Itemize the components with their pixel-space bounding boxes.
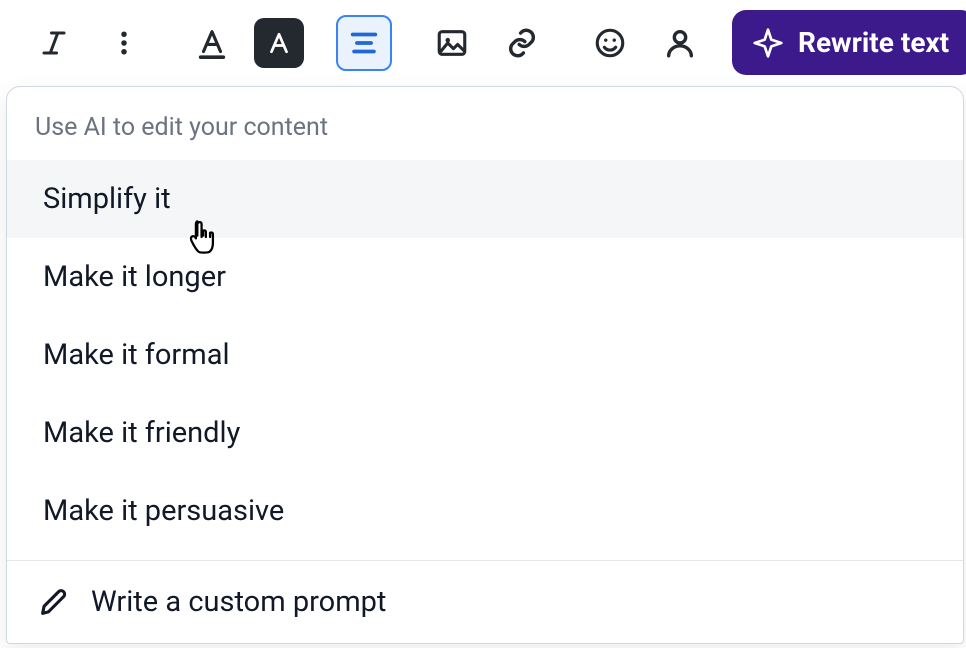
align-center-button[interactable] xyxy=(336,15,392,71)
dropdown-item-longer[interactable]: Make it longer xyxy=(7,238,963,316)
dropdown-item-label: Make it friendly xyxy=(43,416,240,450)
link-button[interactable] xyxy=(494,15,550,71)
toolbar: Rewrite text xyxy=(0,0,966,87)
dropdown-item-label: Make it persuasive xyxy=(43,494,284,528)
sparkle-icon xyxy=(752,27,784,59)
dropdown-item-label: Make it longer xyxy=(43,260,226,294)
dropdown-item-label: Make it formal xyxy=(43,338,230,372)
more-options-button[interactable] xyxy=(96,15,152,71)
pencil-icon xyxy=(37,585,71,619)
dropdown-item-persuasive[interactable]: Make it persuasive xyxy=(7,472,963,550)
dropdown-list: Simplify it Make it longer Make it forma… xyxy=(7,160,963,560)
toolbar-group-color xyxy=(170,15,318,71)
image-button[interactable] xyxy=(424,15,480,71)
custom-prompt-button[interactable]: Write a custom prompt xyxy=(7,560,963,643)
custom-prompt-label: Write a custom prompt xyxy=(91,585,386,619)
toolbar-group-insert xyxy=(410,15,564,71)
emoji-button[interactable] xyxy=(582,15,638,71)
dropdown-item-friendly[interactable]: Make it friendly xyxy=(7,394,963,472)
rewrite-text-label: Rewrite text xyxy=(798,26,949,59)
italic-button[interactable] xyxy=(26,15,82,71)
ai-rewrite-dropdown: Use AI to edit your content Simplify it … xyxy=(6,86,964,644)
toolbar-group-align xyxy=(322,15,406,71)
toolbar-group-text xyxy=(18,15,166,71)
dropdown-item-simplify[interactable]: Simplify it xyxy=(7,160,963,238)
dropdown-item-formal[interactable]: Make it formal xyxy=(7,316,963,394)
text-color-button[interactable] xyxy=(184,15,240,71)
dropdown-item-label: Simplify it xyxy=(43,182,171,216)
rewrite-text-button[interactable]: Rewrite text xyxy=(732,10,966,75)
dropdown-header: Use AI to edit your content xyxy=(7,87,963,160)
toolbar-group-people xyxy=(568,15,722,71)
mention-user-button[interactable] xyxy=(652,15,708,71)
highlight-color-button[interactable] xyxy=(254,18,304,68)
